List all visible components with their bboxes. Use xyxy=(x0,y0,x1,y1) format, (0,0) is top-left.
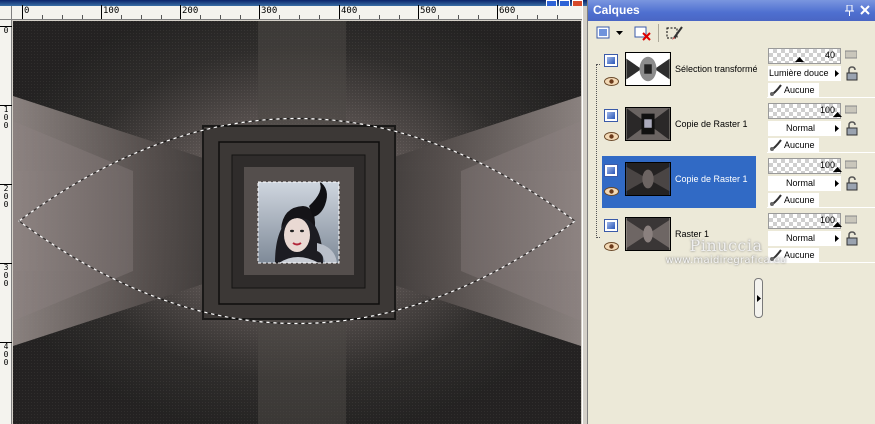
vertical-ruler: 0 1 0 0 2 0 0 3 0 0 4 0 0 xyxy=(0,20,12,424)
layer-visibility-icon[interactable] xyxy=(845,215,857,224)
chevron-right-icon xyxy=(834,125,839,132)
portrait-image xyxy=(257,181,340,264)
opacity-slider[interactable]: 100 xyxy=(768,158,842,174)
image-canvas[interactable] xyxy=(13,21,581,424)
blend-mode-dropdown[interactable] xyxy=(832,121,841,136)
layer-visibility-icon[interactable] xyxy=(845,50,857,59)
mask-field[interactable]: Aucune xyxy=(768,193,819,207)
chevron-right-icon xyxy=(834,70,839,77)
chevron-down-icon xyxy=(615,31,623,35)
watermark-brand: Pinuccia xyxy=(689,236,763,255)
ruler-label: 3 0 0 xyxy=(3,263,9,288)
mask-label: Aucune xyxy=(784,195,815,205)
blend-mode-select[interactable]: Normal xyxy=(768,176,832,191)
raster-layer-icon xyxy=(604,54,618,67)
blend-mode-select[interactable]: Lumière douce xyxy=(768,66,832,81)
watermark-site: www.maidiregrafica.eu xyxy=(665,255,787,266)
visibility-eye-icon[interactable] xyxy=(604,132,619,141)
chevron-right-icon xyxy=(834,180,839,187)
ruler-label: 200 xyxy=(182,6,199,16)
opacity-slider[interactable]: 100 xyxy=(768,103,842,119)
mask-label: Aucune xyxy=(784,140,815,150)
lock-icon[interactable] xyxy=(845,121,859,136)
delete-layer-button[interactable] xyxy=(632,23,654,43)
blend-mode-select[interactable]: Normal xyxy=(768,121,832,136)
watermark: Pinuccia www.maidiregrafica.eu xyxy=(656,236,796,266)
edit-selection-button[interactable] xyxy=(664,23,686,43)
ruler-label: 0 xyxy=(3,26,9,35)
ruler-label: 0 xyxy=(24,6,30,16)
brush-icon xyxy=(770,139,782,151)
blend-mode-dropdown[interactable] xyxy=(832,176,841,191)
delete-layer-icon xyxy=(634,26,651,41)
raster-layer-icon xyxy=(604,109,618,122)
toolbar-separator xyxy=(658,24,659,42)
ruler-label: 500 xyxy=(420,6,437,16)
ruler-label: 1 0 0 xyxy=(3,105,9,130)
layer-thumbnail xyxy=(625,162,671,196)
ruler-corner xyxy=(0,6,12,20)
layer-visibility-icon[interactable] xyxy=(845,160,857,169)
pin-icon[interactable] xyxy=(845,5,854,16)
mask-field[interactable]: Aucune xyxy=(768,83,819,97)
lock-icon[interactable] xyxy=(845,66,859,81)
layer-name: Sélection transformée xyxy=(675,64,757,74)
ruler-label: 100 xyxy=(103,6,120,16)
visibility-eye-icon[interactable] xyxy=(604,77,619,86)
layer-visibility-icon[interactable] xyxy=(845,105,857,114)
layer-properties-row: 100 Normal Aucune xyxy=(767,101,875,153)
blend-mode-dropdown[interactable] xyxy=(832,66,841,81)
panel-splitter[interactable] xyxy=(754,278,763,318)
brush-icon xyxy=(770,194,782,206)
layer-row[interactable]: Copie de Raster 1 xyxy=(602,101,756,153)
close-icon[interactable] xyxy=(860,5,870,15)
edit-selection-icon xyxy=(666,26,683,40)
lock-icon[interactable] xyxy=(845,176,859,191)
opacity-slider[interactable]: 40 xyxy=(768,48,841,64)
slider-thumb-icon[interactable] xyxy=(795,57,804,62)
palette-toolbar xyxy=(588,21,875,45)
opacity-value: 40 xyxy=(824,50,835,60)
slider-thumb-icon[interactable] xyxy=(833,167,842,172)
image-editor: 0 100 200 300 400 500 600 0 1 0 0 2 0 0 … xyxy=(0,0,587,424)
new-layer-icon xyxy=(596,26,610,39)
ruler-label: 400 xyxy=(341,6,358,16)
opacity-slider[interactable]: 100 xyxy=(768,213,842,229)
slider-thumb-icon[interactable] xyxy=(833,222,842,227)
layer-row[interactable]: Sélection transformée xyxy=(602,46,757,98)
layer-name: Copie de Raster 1 xyxy=(675,119,748,129)
ruler-label: 600 xyxy=(499,6,516,16)
new-layer-button[interactable] xyxy=(594,23,616,43)
mask-label: Aucune xyxy=(784,85,815,95)
layer-properties: 40 Lumière douce Aucune 100 Normal Aucun… xyxy=(767,46,875,264)
layer-thumbnail xyxy=(625,52,671,86)
palette-title: Calques xyxy=(593,3,640,17)
app-window: 0 100 200 300 400 500 600 0 1 0 0 2 0 0 … xyxy=(0,0,875,424)
new-layer-dropdown[interactable] xyxy=(614,23,624,43)
ruler-label: 4 0 0 xyxy=(3,342,9,367)
blend-mode-dropdown[interactable] xyxy=(832,231,841,246)
slider-thumb-icon[interactable] xyxy=(833,112,842,117)
brush-icon xyxy=(770,84,782,96)
layer-row-selected[interactable]: Copie de Raster 1 xyxy=(602,156,756,208)
layer-list: Sélection transformée Copie de Raster 1 xyxy=(602,46,758,264)
layer-thumbnail xyxy=(625,107,671,141)
horizontal-ruler: 0 100 200 300 400 500 600 xyxy=(12,5,582,20)
layer-name: Copie de Raster 1 xyxy=(675,174,748,184)
layer-properties-row: 100 Normal Aucune xyxy=(767,156,875,208)
layer-group-connector xyxy=(596,64,600,238)
chevron-right-icon xyxy=(756,294,761,302)
visibility-eye-icon[interactable] xyxy=(604,187,619,196)
palette-title-bar[interactable]: Calques xyxy=(588,0,875,21)
layers-palette: Calques Sélection transformée Copie de R… xyxy=(587,0,875,424)
chevron-right-icon xyxy=(834,235,839,242)
lock-icon[interactable] xyxy=(845,231,859,246)
raster-layer-icon xyxy=(604,164,618,177)
ruler-label: 2 0 0 xyxy=(3,184,9,209)
layer-properties-row: 40 Lumière douce Aucune xyxy=(767,46,875,98)
visibility-eye-icon[interactable] xyxy=(604,242,619,251)
mask-field[interactable]: Aucune xyxy=(768,138,819,152)
ruler-label: 300 xyxy=(261,6,278,16)
raster-layer-icon xyxy=(604,219,618,232)
